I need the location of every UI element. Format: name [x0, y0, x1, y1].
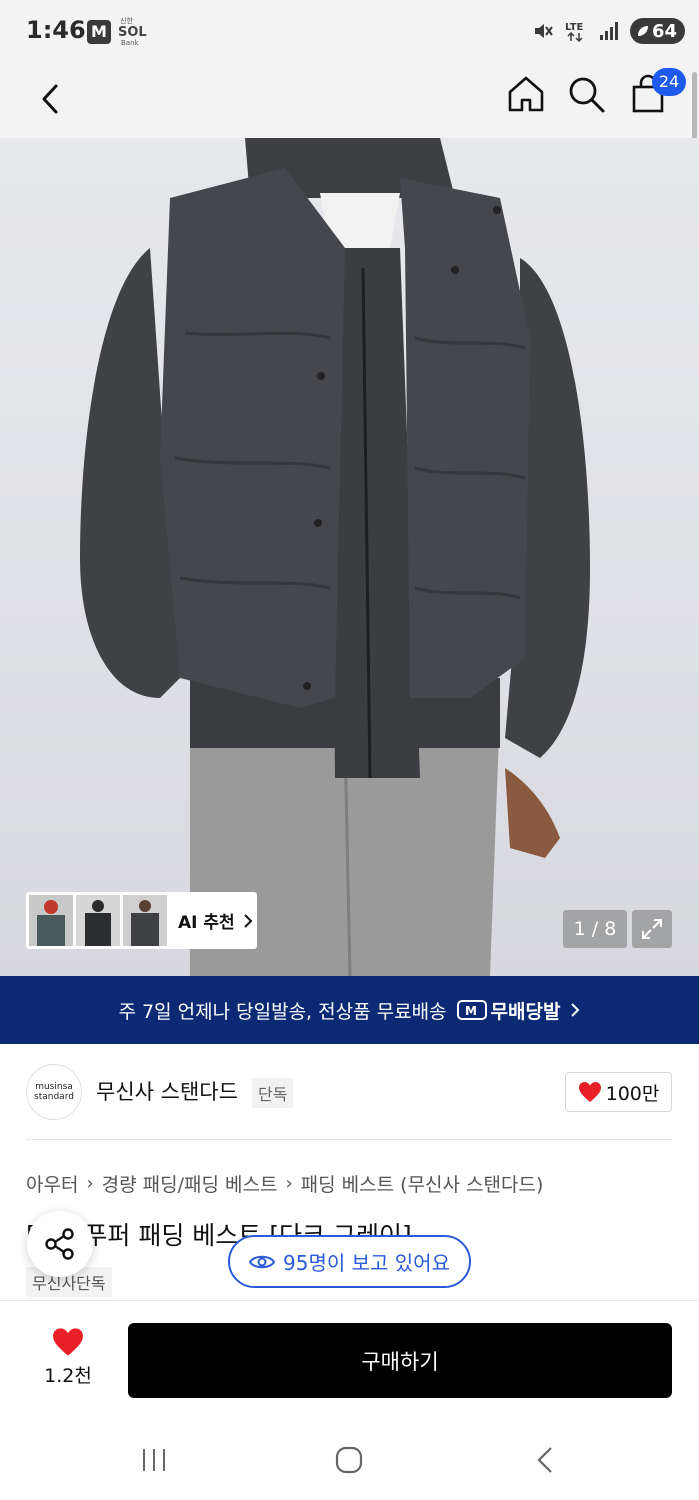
brand-name[interactable]: 무신사 스탠다드 — [96, 1076, 238, 1106]
chevron-left-icon — [42, 84, 58, 114]
svg-text:신한: 신한 — [120, 16, 133, 25]
brand-logo-line2: standard — [34, 1092, 74, 1102]
buy-button[interactable]: 구매하기 — [128, 1323, 672, 1398]
lte-icon: LTE — [565, 22, 584, 43]
heart-icon — [53, 1328, 83, 1356]
share-button[interactable] — [27, 1211, 93, 1277]
home-circle-icon — [335, 1446, 363, 1474]
chevron-right-icon: › — [86, 1173, 94, 1194]
chevron-right-icon: › — [285, 1173, 293, 1194]
brand-like-count: 100만 — [605, 1082, 660, 1105]
image-counter: 1 / 8 — [563, 910, 627, 948]
breadcrumb: 아우터 › 경량 패딩/패딩 베스트 › 패딩 베스트 (무신사 스탠다드) — [26, 1170, 543, 1197]
chevron-right-icon — [243, 913, 253, 928]
brand-logo[interactable]: musinsa standard — [26, 1064, 82, 1120]
ai-recommend-chip[interactable]: AI 추천 — [26, 892, 257, 949]
promo-logo-text: 무배당발 — [490, 1000, 561, 1023]
back-button[interactable] — [30, 74, 70, 124]
recent-apps-icon — [143, 1449, 165, 1471]
home-icon — [508, 76, 544, 112]
leaf-icon — [637, 26, 648, 36]
expand-image-button[interactable] — [632, 910, 672, 948]
svg-text:M: M — [465, 1004, 477, 1018]
cart-count-badge: 24 — [652, 68, 686, 96]
back-nav-button[interactable] — [520, 1440, 570, 1480]
product-photo — [80, 138, 590, 976]
brand-logo-line1: musinsa — [35, 1082, 73, 1092]
brand-like-button[interactable]: 100만 — [565, 1072, 672, 1112]
home-button[interactable] — [504, 72, 548, 116]
viewers-indicator: 95명이 보고 있어요 — [228, 1235, 471, 1288]
svg-text:Bank: Bank — [121, 39, 140, 47]
search-icon — [569, 77, 605, 113]
divider — [26, 1139, 672, 1140]
app-header: 24 — [0, 62, 699, 138]
wishlist-button[interactable]: 1.2천 — [36, 1327, 100, 1395]
status-bar: 1:46 M 신한 SOL Bank LTE 64 — [0, 0, 699, 62]
breadcrumb-item[interactable]: 아우터 — [26, 1170, 78, 1197]
ai-thumb-2 — [76, 895, 120, 946]
cart-button[interactable]: 24 — [626, 68, 686, 116]
free-shipping-banner[interactable]: 주 7일 언제나 당일발송, 전상품 무료배송 M 무배당발 — [0, 976, 699, 1044]
chevron-right-icon — [571, 1003, 580, 1017]
battery-level: 64 — [651, 20, 677, 42]
system-nav-bar — [0, 1418, 699, 1500]
ai-recommend-label: AI 추천 — [178, 913, 235, 933]
battery-indicator: 64 — [629, 18, 685, 44]
brand-row: musinsa standard 무신사 스탠다드 단독 100만 — [0, 1044, 699, 1140]
svg-text:LTE: LTE — [565, 22, 584, 33]
sol-bank-icon: 신한 SOL Bank — [118, 16, 147, 47]
svg-text:SOL: SOL — [118, 25, 147, 40]
m-app-icon: M — [87, 20, 111, 44]
ai-thumb-3 — [123, 895, 167, 946]
wishlist-count: 1.2천 — [44, 1365, 92, 1387]
home-nav-button[interactable] — [324, 1440, 374, 1480]
status-time: 1:46 — [26, 16, 86, 44]
viewers-text: 95명이 보고 있어요 — [283, 1251, 450, 1275]
heart-icon — [578, 1082, 601, 1102]
signal-icon — [599, 22, 618, 40]
ai-thumb-1 — [29, 895, 73, 946]
eye-icon — [249, 1255, 276, 1268]
expand-icon — [642, 919, 662, 939]
product-image-gallery[interactable]: AI 추천 1 / 8 — [0, 138, 699, 976]
breadcrumb-item[interactable]: 경량 패딩/패딩 베스트 — [102, 1170, 278, 1197]
recent-apps-button[interactable] — [129, 1440, 179, 1480]
share-icon — [45, 1228, 74, 1260]
truck-logo-icon: M — [456, 1000, 487, 1020]
mute-vibrate-icon — [534, 24, 553, 38]
promo-text: 주 7일 언제나 당일발송, 전상품 무료배송 — [118, 1000, 447, 1023]
buy-bar: 1.2천 구매하기 — [0, 1300, 699, 1418]
breadcrumb-item[interactable]: 패딩 베스트 (무신사 스탠다드) — [301, 1170, 544, 1197]
brand-exclusive-tag: 단독 — [252, 1078, 294, 1108]
search-button[interactable] — [564, 72, 608, 116]
chevron-left-icon — [537, 1447, 552, 1473]
